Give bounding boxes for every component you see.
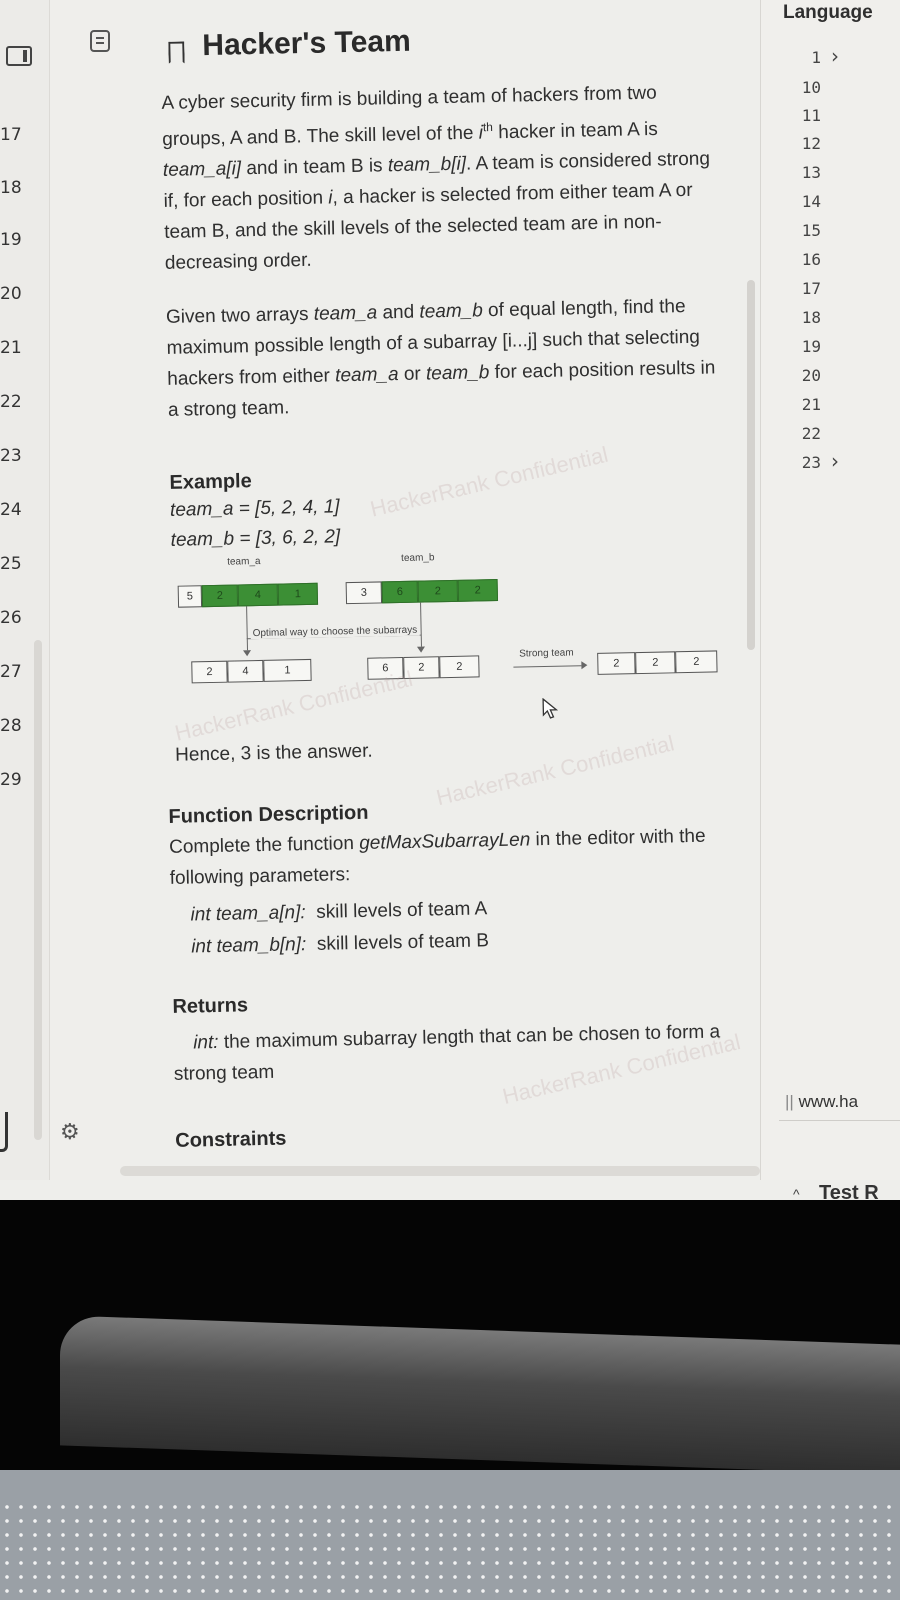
line-number: 13 (801, 163, 821, 182)
page-title: Hacker's Team (201, 24, 412, 63)
diagram-cell: 2 (201, 584, 239, 608)
problem-statement: Hacker's Team A cyber security firm is b… (138, 0, 763, 1186)
diagram-connector (246, 606, 249, 651)
screen: 17 18 19 20 21 22 23 24 25 26 27 28 29 ⚙… (0, 0, 900, 1200)
language-selector[interactable]: Language (783, 2, 873, 24)
line-number: 12 (801, 134, 821, 153)
diagram-label-team-a: team_a (227, 555, 261, 568)
panel-divider (779, 1120, 900, 1121)
gutter-number: 26 (0, 608, 22, 628)
arrow-down-icon (243, 650, 252, 657)
left-gutter: 17 18 19 20 21 22 23 24 25 26 27 28 29 (0, 0, 50, 1180)
mouse-cursor-icon (542, 697, 559, 719)
gutter-number: 17 (0, 125, 22, 145)
gutter-number: 25 (0, 554, 22, 574)
left-scrollbar[interactable] (34, 640, 42, 1140)
notes-icon[interactable] (90, 30, 110, 52)
chevron-right-icon[interactable]: › (831, 449, 839, 473)
speaker-grille (0, 1500, 900, 1600)
strong-team-label: Strong team (519, 647, 574, 660)
optimal-label: Optimal way to choose the subarrays (250, 624, 420, 640)
caret-up-icon[interactable]: ^ (793, 1186, 800, 1200)
arrow-down-icon (416, 646, 426, 653)
gear-icon[interactable]: ⚙ (60, 1120, 84, 1144)
gutter-number: 23 (0, 446, 22, 466)
test-results-tab[interactable]: Test R (819, 1182, 879, 1200)
url-text: || www.ha (785, 1092, 859, 1111)
diagram-cell: 2 (675, 650, 718, 674)
line-number: 20 (801, 366, 821, 385)
diagram-cell: 5 (177, 585, 203, 608)
diagram-cell: 2 (417, 579, 459, 603)
line-number: 11 (801, 106, 821, 125)
line-number: 21 (801, 395, 821, 414)
constraints-title: Constraints (175, 1127, 287, 1152)
gutter-number: 29 (0, 770, 22, 790)
gutter-number: 27 (0, 662, 22, 682)
horizontal-scrollbar[interactable] (120, 1166, 760, 1176)
diagram-label-team-b: team_b (401, 552, 435, 565)
vertical-scrollbar[interactable] (747, 280, 755, 650)
diagram-cell: 1 (263, 658, 312, 682)
line-number: 15 (801, 221, 821, 240)
problem-paragraph-2: Given two arrays team_a and team_b of eq… (165, 296, 716, 421)
gutter-number: 24 (0, 500, 22, 520)
diagram-cell: 4 (227, 659, 264, 683)
example-diagram: team_a team_b 5 2 4 1 3 6 2 2 Optimal wa… (149, 546, 752, 689)
line-number: 14 (801, 192, 821, 211)
example-title: Example (169, 470, 252, 494)
arrow-right-icon (581, 661, 588, 670)
returns-title: Returns (172, 994, 249, 1018)
diagram-cell: 3 (345, 581, 383, 605)
line-number: 18 (801, 308, 821, 327)
line-number: 1 (811, 48, 821, 67)
gutter-number: 19 (0, 230, 22, 250)
line-number: 10 (801, 78, 821, 97)
gutter-number: 20 (0, 284, 22, 304)
diagram-cell: 6 (381, 580, 419, 604)
diagram-connector (420, 602, 422, 647)
diagram-cell: 2 (635, 651, 676, 675)
url-separator-icon: || (785, 1092, 799, 1111)
diagram-cell: 2 (439, 655, 480, 679)
gutter-number: 18 (0, 178, 22, 198)
watermark: HackerRank Confidential (367, 441, 611, 522)
line-number: 17 (801, 279, 821, 298)
chevron-right-icon[interactable]: › (831, 44, 839, 68)
diagram-cell: 4 (237, 583, 279, 607)
line-number: 19 (801, 337, 821, 356)
problem-paragraph-1: A cyber security firm is building a team… (161, 82, 711, 275)
example-team-a: team_a = [5, 2, 4, 1] (169, 496, 340, 521)
line-number: 23 (801, 453, 821, 472)
line-number: 22 (801, 424, 821, 443)
gutter-number: 22 (0, 392, 22, 412)
gutter-number: 21 (0, 338, 22, 358)
diagram-cell: 2 (191, 660, 228, 684)
function-description-title: Function Description (168, 801, 369, 828)
panel-toggle-icon[interactable] (6, 46, 32, 66)
editor-bracket (0, 1112, 8, 1152)
diagram-cell: 2 (457, 578, 499, 602)
bookmark-icon[interactable] (168, 41, 184, 63)
line-number: 16 (801, 250, 821, 269)
diagram-cell: 2 (597, 652, 636, 675)
function-description: Complete the function getMaxSubarrayLen … (168, 825, 706, 889)
gutter-number: 28 (0, 716, 22, 736)
example-team-b: team_b = [3, 6, 2, 2] (170, 526, 341, 551)
diagram-cell: 1 (277, 582, 319, 606)
strong-team-arrow (513, 665, 582, 668)
nav-column (50, 0, 130, 1180)
code-editor-panel: Language 1 › 10 11 12 13 14 15 16 17 18 … (747, 0, 900, 1200)
